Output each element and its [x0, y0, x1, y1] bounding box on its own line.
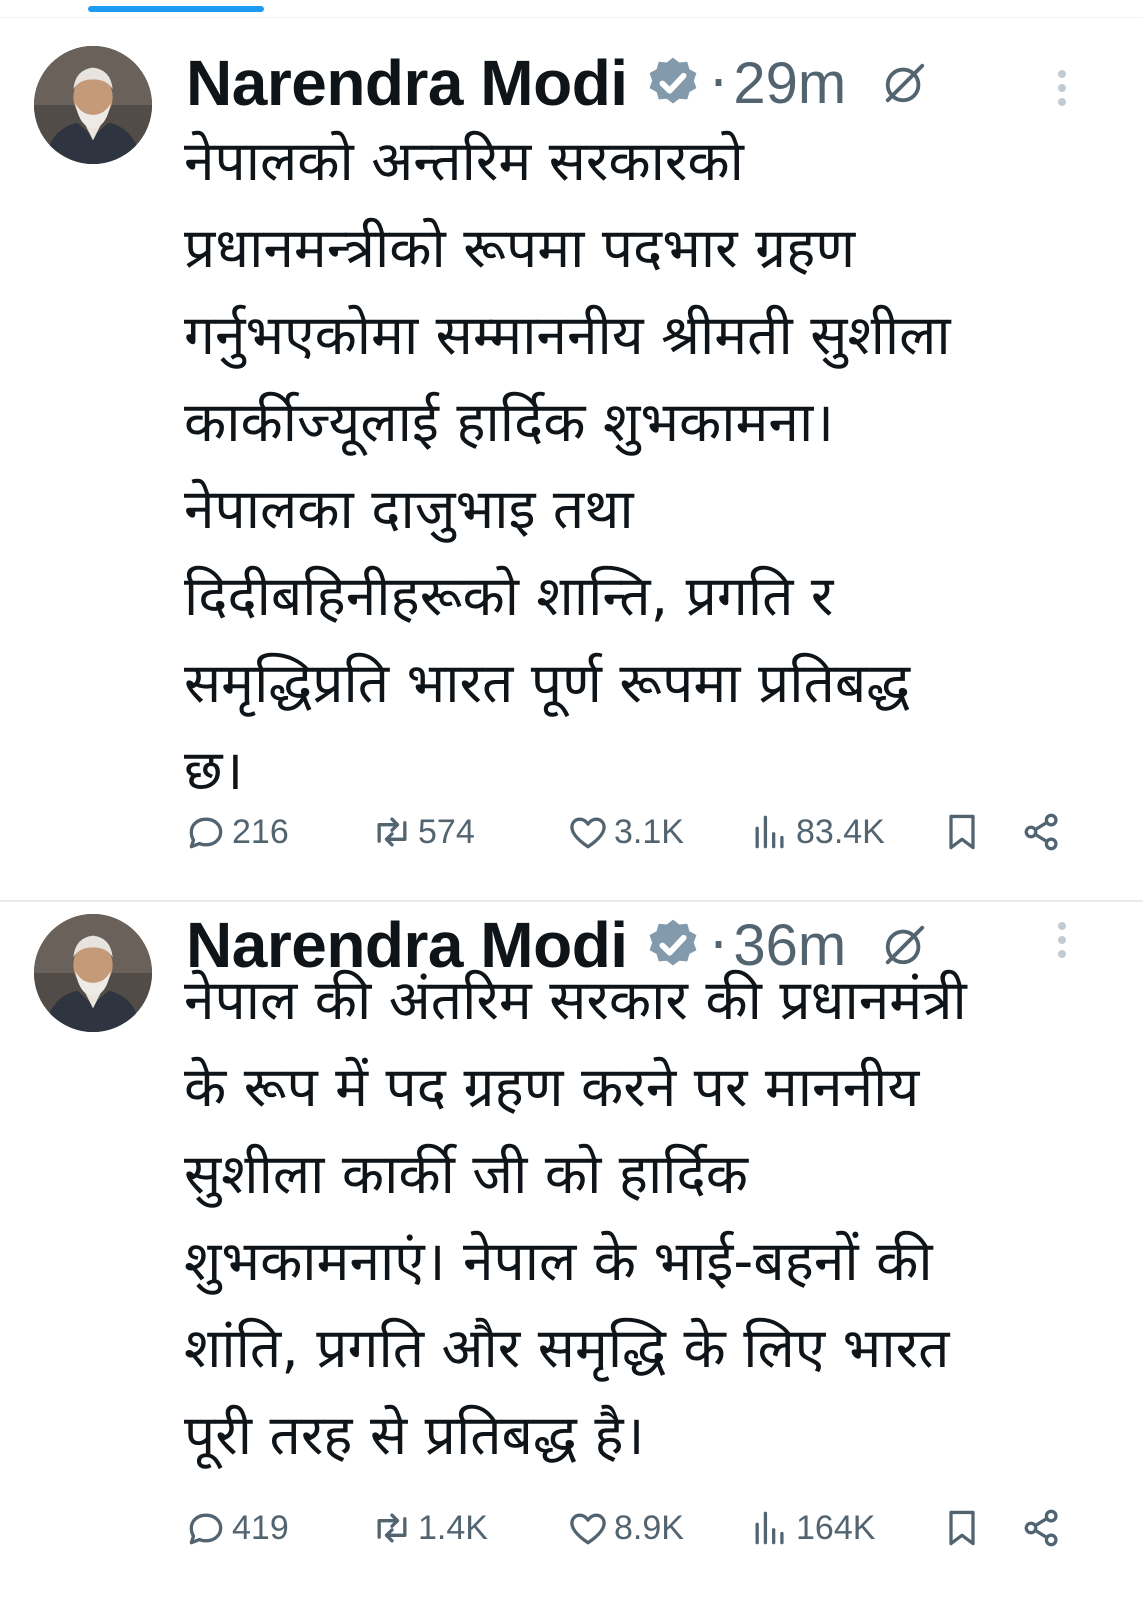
tweet-text: नेपालको अन्तरिम सरकारको प्रधानमन्त्रीको …	[184, 129, 951, 802]
reply-count: 216	[232, 812, 289, 851]
timestamp[interactable]: 29m	[733, 50, 846, 117]
verified-badge-icon	[644, 54, 702, 112]
views-button[interactable]: 83.4K	[748, 802, 885, 862]
tweet-actions: 419 1.4K 8.9K 164K	[184, 1498, 1074, 1558]
grok-icon[interactable]	[882, 60, 928, 106]
views-icon	[755, 1511, 784, 1545]
tweet-text: नेपाल की अंतरिम सरकार की प्रधानमंत्री के…	[184, 968, 967, 1467]
reply-icon	[189, 1513, 223, 1545]
views-count: 164K	[796, 1508, 876, 1547]
repost-icon	[377, 1513, 407, 1543]
author-name[interactable]: Narendra Modi	[186, 46, 628, 120]
share-button[interactable]	[1020, 802, 1068, 862]
views-icon	[755, 815, 784, 849]
like-button[interactable]: 8.9K	[566, 1498, 684, 1558]
repost-icon	[377, 817, 407, 847]
repost-count: 574	[418, 812, 475, 851]
share-icon	[1024, 1509, 1058, 1547]
share-icon	[1024, 813, 1058, 851]
more-vertical-icon[interactable]	[1056, 68, 1068, 108]
tweet-actions: 216 574 3.1K 83.4K	[184, 802, 1074, 862]
bookmark-icon	[949, 1510, 975, 1546]
tweet[interactable]: Narendra Modi · 29m नेपालको अन्तरिम सरका…	[0, 18, 1143, 900]
more-vertical-icon[interactable]	[1056, 920, 1068, 960]
reply-icon	[189, 817, 223, 849]
bookmark-icon	[949, 814, 975, 850]
tab-indicator	[88, 6, 264, 12]
reply-button[interactable]: 216	[184, 802, 289, 862]
reply-count: 419	[232, 1508, 289, 1547]
reply-button[interactable]: 419	[184, 1498, 289, 1558]
heart-icon	[570, 817, 606, 849]
tweet[interactable]: Narendra Modi · 36m नेपाल की अंतरिम सरका…	[0, 902, 1143, 1600]
bookmark-button[interactable]	[940, 802, 988, 862]
share-button[interactable]	[1020, 1498, 1068, 1558]
like-button[interactable]: 3.1K	[566, 802, 684, 862]
repost-button[interactable]: 574	[370, 802, 475, 862]
separator-dot: ·	[709, 50, 728, 116]
bookmark-button[interactable]	[940, 1498, 988, 1558]
views-button[interactable]: 164K	[748, 1498, 875, 1558]
avatar[interactable]	[34, 914, 152, 1032]
like-count: 3.1K	[614, 812, 684, 851]
views-count: 83.4K	[796, 812, 885, 851]
avatar[interactable]	[34, 46, 152, 164]
heart-icon	[570, 1513, 606, 1545]
repost-count: 1.4K	[418, 1508, 488, 1547]
tweet-header: Narendra Modi · 29m	[186, 40, 1116, 126]
like-count: 8.9K	[614, 1508, 684, 1547]
repost-button[interactable]: 1.4K	[370, 1498, 488, 1558]
